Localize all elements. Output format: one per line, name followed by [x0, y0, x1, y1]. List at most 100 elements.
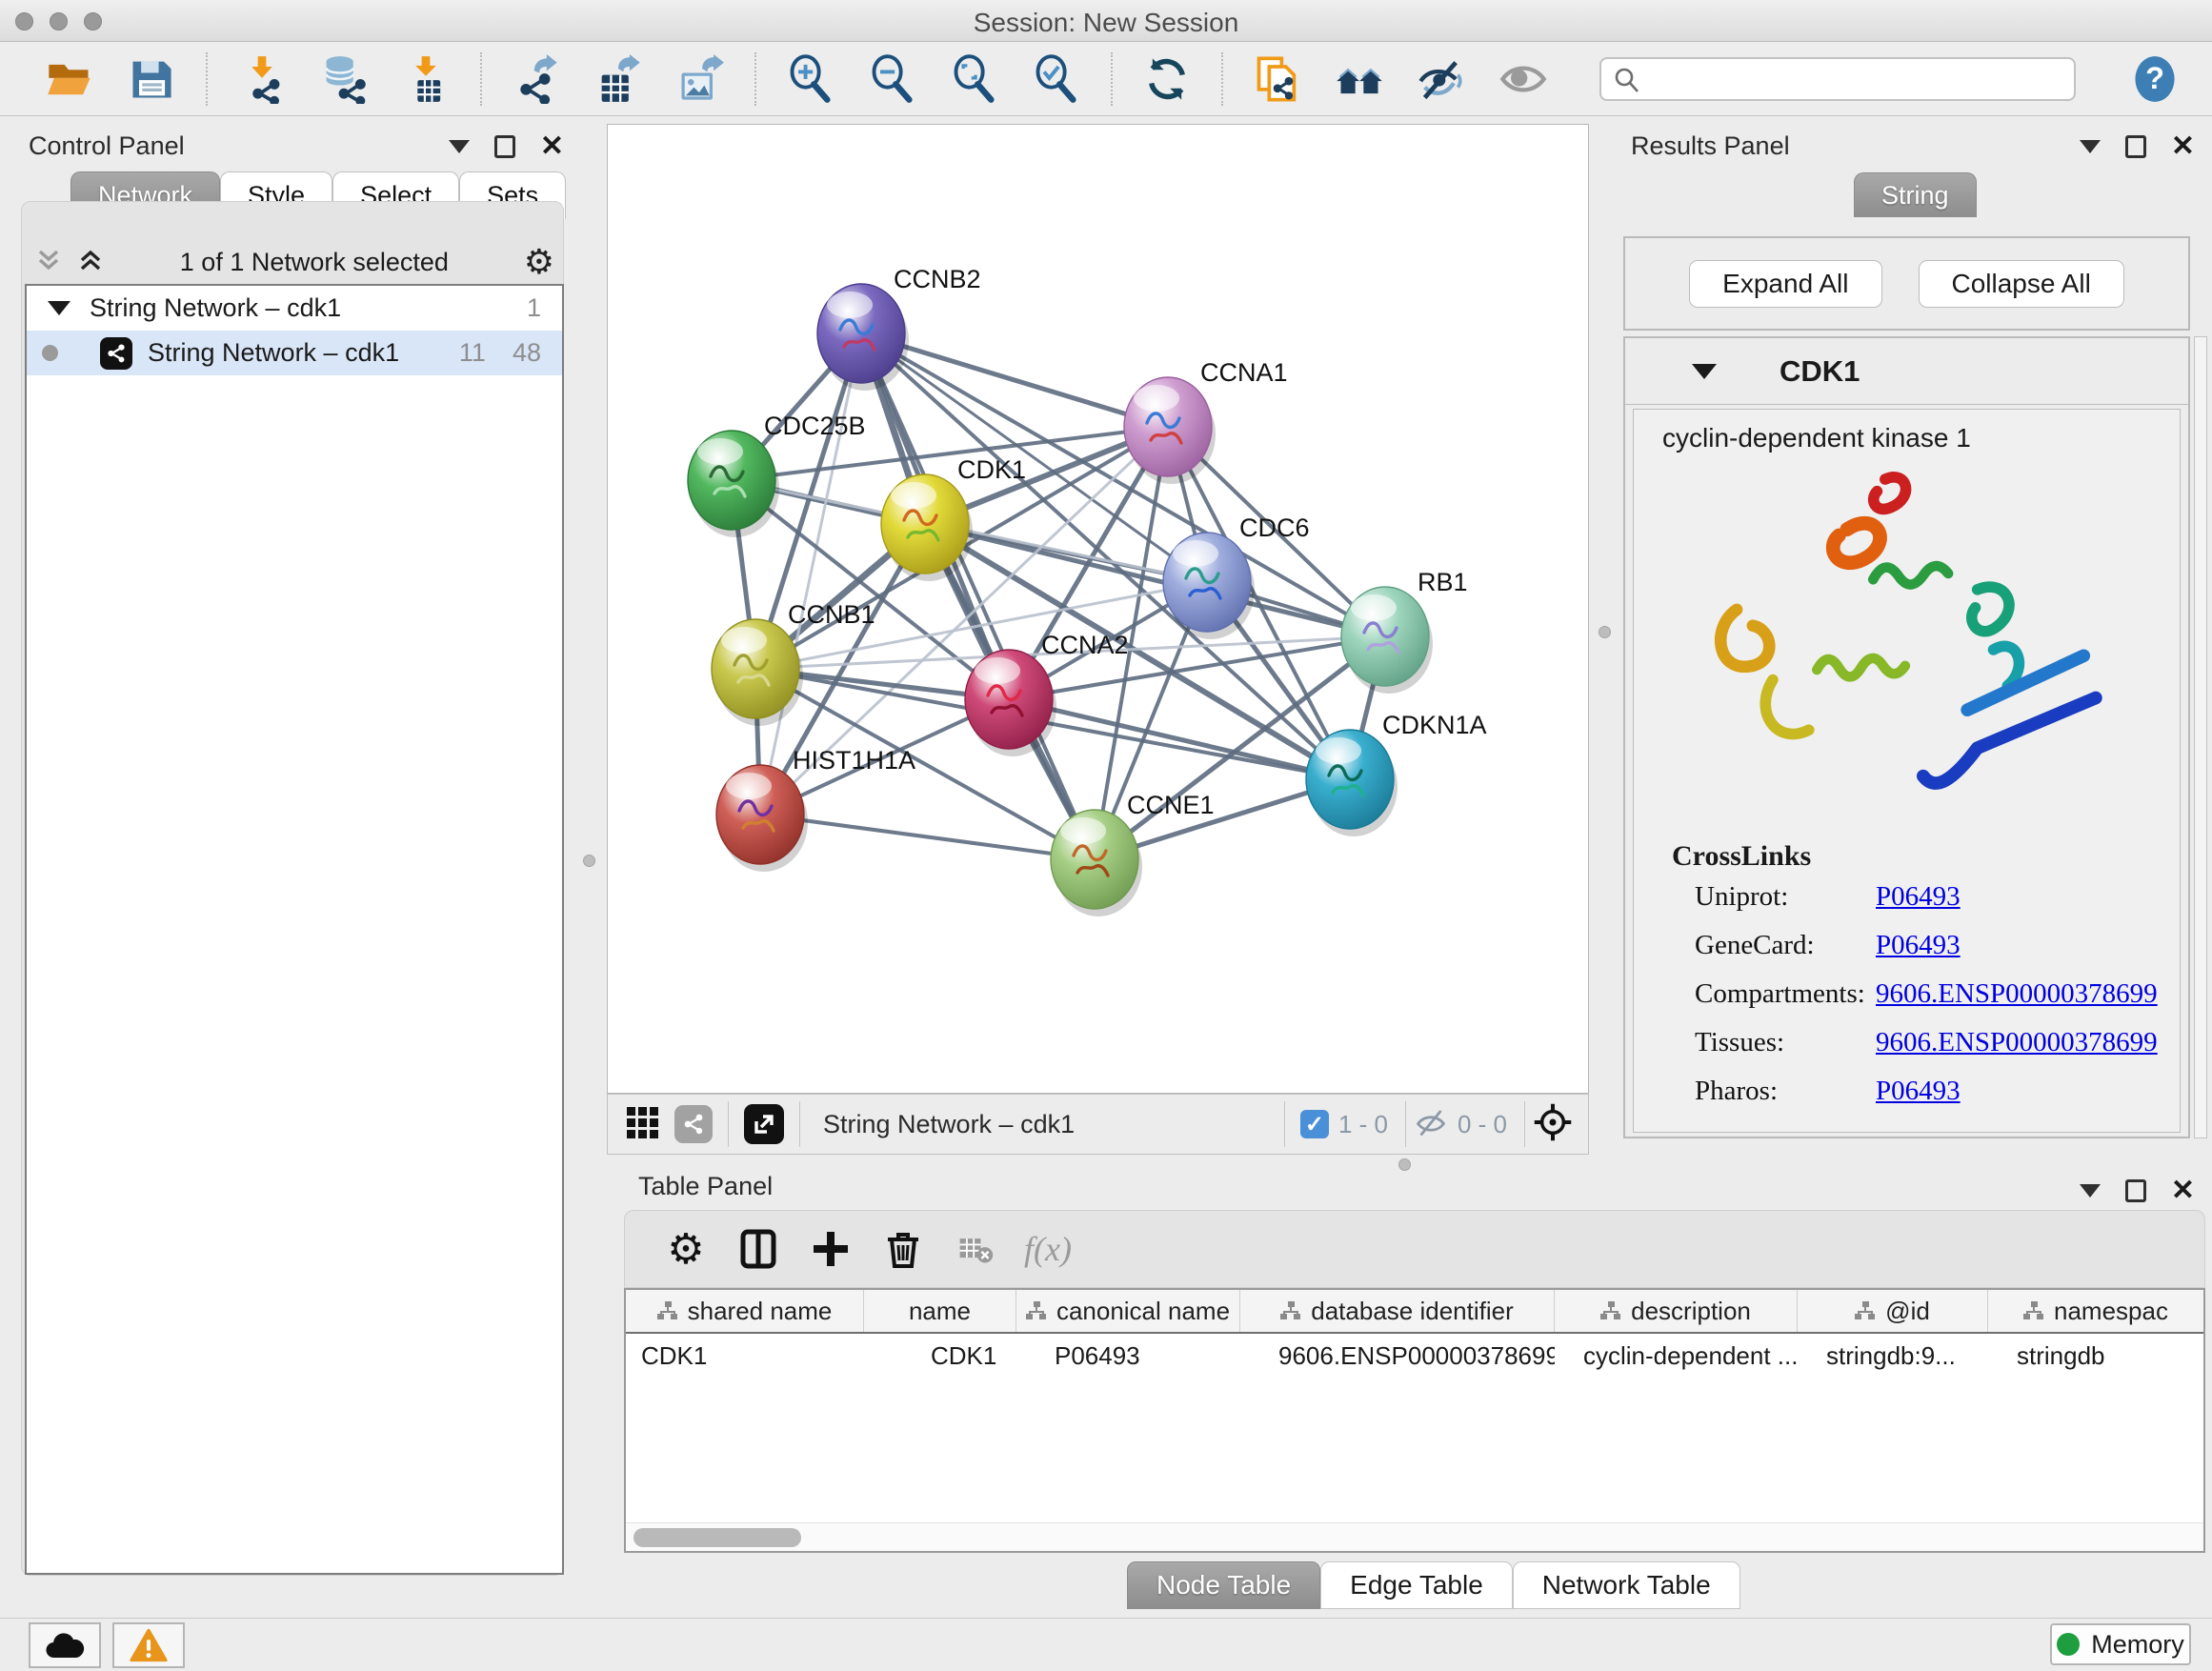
- collapse-all-button[interactable]: Collapse All: [1919, 260, 2124, 308]
- network-edge[interactable]: [861, 333, 1095, 859]
- crosslink-label: Tissues:: [1695, 1027, 1876, 1058]
- memory-button[interactable]: Memory: [2050, 1623, 2191, 1665]
- network-node-hist1h1a[interactable]: HIST1H1A: [716, 746, 915, 872]
- show-columns-icon[interactable]: [732, 1222, 785, 1276]
- tab-network-table[interactable]: Network Table: [1513, 1561, 1740, 1609]
- add-column-icon[interactable]: [804, 1222, 857, 1276]
- copy-network-icon[interactable]: [1253, 54, 1302, 104]
- network-node-ccnb2[interactable]: CCNB2: [817, 265, 981, 391]
- crosslink-link[interactable]: 9606.ENSP00000378699: [1876, 978, 2158, 1010]
- export-network-icon[interactable]: [512, 54, 561, 104]
- table-panel-menu-icon[interactable]: [2080, 1184, 2101, 1198]
- right-splitter-handle[interactable]: [1599, 626, 1611, 638]
- table-panel-float-icon[interactable]: [2125, 1179, 2146, 1202]
- network-options-gear-icon[interactable]: ⚙: [524, 242, 554, 282]
- network-node-rb1[interactable]: RB1: [1341, 568, 1468, 694]
- results-panel-close-icon[interactable]: ✕: [2171, 135, 2195, 158]
- table-options-gear-icon[interactable]: ⚙: [659, 1222, 713, 1276]
- results-panel-float-icon[interactable]: [2125, 135, 2146, 158]
- network-view-toolbar: String Network – cdk1 ✓ 1 - 0 0 - 0: [607, 1094, 1589, 1155]
- search-input[interactable]: [1599, 57, 2076, 101]
- network-row[interactable]: String Network – cdk1 11 48: [27, 331, 562, 375]
- export-table-icon[interactable]: [593, 54, 643, 104]
- control-panel-close-icon[interactable]: ✕: [540, 135, 564, 158]
- show-all-icon[interactable]: [1498, 54, 1548, 104]
- network-type-toggle-icon[interactable]: [674, 1105, 713, 1143]
- table-row[interactable]: CDK1 CDK1 P06493 9606.ENSP00000378699 cy…: [626, 1334, 2203, 1378]
- left-splitter-handle[interactable]: [583, 855, 595, 867]
- column-header[interactable]: @id: [1798, 1290, 1988, 1332]
- export-image-icon[interactable]: [675, 54, 725, 104]
- column-header[interactable]: description: [1555, 1290, 1798, 1332]
- table-panel-close-icon[interactable]: ✕: [2171, 1179, 2195, 1202]
- import-table-icon[interactable]: [401, 54, 451, 104]
- network-collection-row[interactable]: String Network – cdk1 1: [27, 286, 562, 331]
- import-network-icon[interactable]: [237, 54, 287, 104]
- cloud-status-button[interactable]: [29, 1622, 101, 1668]
- network-node-ccna1[interactable]: CCNA1: [1124, 358, 1288, 484]
- column-header[interactable]: canonical name: [1016, 1290, 1240, 1332]
- column-header[interactable]: namespac: [1988, 1290, 2203, 1332]
- scrollbar-thumb[interactable]: [633, 1528, 801, 1547]
- horizontal-splitter-handle[interactable]: [1398, 1158, 1411, 1171]
- network-edge-count: 48: [513, 338, 541, 368]
- crosslink-link[interactable]: P06493: [1876, 1076, 1961, 1107]
- network-node-cdc25b[interactable]: CDC25B: [688, 412, 866, 537]
- crosslink-link[interactable]: 9606.ENSP00000378699: [1876, 1027, 2158, 1058]
- network-node-cdc6[interactable]: CDC6: [1163, 513, 1310, 639]
- expand-all-networks-icon[interactable]: [76, 246, 105, 279]
- network-type-icon: [100, 337, 132, 370]
- crosslink-label: Pharos:: [1695, 1076, 1876, 1107]
- current-network-name: String Network – cdk1: [823, 1110, 1075, 1139]
- zoom-selected-icon[interactable]: [1032, 54, 1081, 104]
- zoom-fit-icon[interactable]: [950, 54, 999, 104]
- results-scrollbar[interactable]: [2194, 336, 2207, 1138]
- help-icon[interactable]: ?: [2130, 54, 2180, 104]
- hidden-count-eye-icon[interactable]: [1414, 1105, 1448, 1144]
- first-neighbors-icon[interactable]: [1335, 54, 1384, 104]
- network-graph[interactable]: CCNB2CCNA1CDC25BCDK1CDC6RB1CCNB1CCNA2CDK…: [608, 125, 1588, 1093]
- crosslink-link[interactable]: P06493: [1876, 881, 1961, 913]
- network-node-cdk1[interactable]: CDK1: [881, 455, 1026, 581]
- zoom-out-icon[interactable]: [868, 54, 917, 104]
- selected-count-checkbox-icon[interactable]: ✓: [1300, 1110, 1329, 1138]
- expand-all-button[interactable]: Expand All: [1689, 260, 1881, 308]
- zoom-in-icon[interactable]: [786, 54, 835, 104]
- tab-node-table[interactable]: Node Table: [1127, 1561, 1320, 1609]
- network-node-cdkn1a[interactable]: CDKN1A: [1306, 711, 1487, 836]
- control-panel-float-icon[interactable]: [494, 135, 515, 158]
- function-builder-icon[interactable]: f(x): [1021, 1222, 1075, 1276]
- table-horizontal-scrollbar[interactable]: [626, 1522, 2203, 1551]
- table-panel-title: Table Panel: [638, 1172, 773, 1201]
- refresh-icon[interactable]: [1142, 54, 1192, 104]
- crosslink-row: Compartments: 9606.ENSP00000378699: [1634, 970, 2180, 1018]
- open-session-icon[interactable]: [45, 54, 94, 104]
- collapse-all-networks-icon[interactable]: [34, 246, 63, 279]
- delete-column-icon[interactable]: [876, 1222, 930, 1276]
- import-network-from-database-icon[interactable]: [319, 54, 369, 104]
- tab-edge-table[interactable]: Edge Table: [1320, 1561, 1513, 1609]
- network-edge[interactable]: [760, 815, 1095, 859]
- control-panel-menu-icon[interactable]: [449, 140, 470, 153]
- column-header[interactable]: shared name: [626, 1290, 864, 1332]
- collection-expand-icon[interactable]: [48, 301, 70, 315]
- selected-count: 1 - 0: [1338, 1110, 1388, 1139]
- birds-eye-crosshair-icon[interactable]: [1533, 1102, 1573, 1147]
- column-header[interactable]: database identifier: [1240, 1290, 1555, 1332]
- column-header[interactable]: name: [864, 1290, 1016, 1332]
- network-edge[interactable]: [925, 524, 1385, 636]
- results-panel-menu-icon[interactable]: [2080, 140, 2101, 153]
- gene-collapse-icon[interactable]: [1692, 364, 1717, 379]
- network-label: String Network – cdk1: [148, 338, 399, 368]
- network-node-ccne1[interactable]: CCNE1: [1051, 791, 1215, 916]
- save-session-icon[interactable]: [127, 54, 176, 104]
- tab-string[interactable]: String: [1854, 172, 1977, 217]
- delete-table-icon[interactable]: [949, 1222, 1002, 1276]
- crosslink-link[interactable]: P06493: [1876, 930, 1961, 961]
- hide-selected-icon[interactable]: [1417, 54, 1466, 104]
- warning-button[interactable]: [112, 1622, 185, 1668]
- network-edge[interactable]: [760, 333, 861, 815]
- grid-view-icon[interactable]: [625, 1105, 659, 1144]
- open-in-new-window-icon[interactable]: [744, 1104, 784, 1144]
- network-view[interactable]: CCNB2CCNA1CDC25BCDK1CDC6RB1CCNB1CCNA2CDK…: [607, 124, 1589, 1094]
